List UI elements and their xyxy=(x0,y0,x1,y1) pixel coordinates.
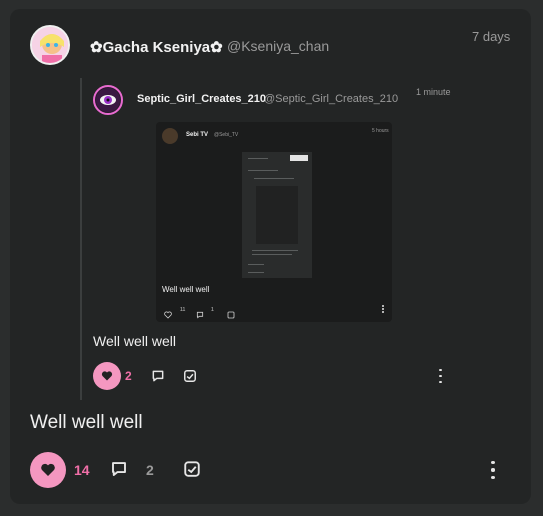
more-button[interactable] xyxy=(489,459,497,481)
like-button[interactable] xyxy=(30,452,66,488)
inner-author-avatar xyxy=(162,128,178,144)
quoted-post-text: Well well well xyxy=(93,333,176,349)
inner-author-name: Sebi TV xyxy=(186,132,209,138)
comment-button[interactable] xyxy=(109,459,129,479)
comment-icon xyxy=(152,370,164,382)
inner-screenshot xyxy=(242,152,312,278)
quoted-comment-button[interactable] xyxy=(150,368,166,384)
comment-count: 2 xyxy=(146,462,154,478)
quoted-avatar-image xyxy=(96,88,120,112)
quoted-repost-button[interactable] xyxy=(182,368,198,384)
quoted-author-handle[interactable]: @Septic_Girl_Creates_210 xyxy=(264,93,398,105)
heart-icon xyxy=(41,463,55,476)
quoted-time[interactable]: 1 minute xyxy=(416,87,451,97)
quoted-author-name[interactable]: Septic_Girl_Creates_210 xyxy=(137,93,266,105)
heart-icon xyxy=(101,371,113,381)
comment-icon xyxy=(112,462,126,476)
author-handle[interactable]: @Kseniya_chan xyxy=(227,38,329,54)
inner-like-count: 11 xyxy=(180,307,186,313)
inner-more-icon xyxy=(382,304,384,314)
like-count: 14 xyxy=(74,462,90,478)
author-avatar[interactable] xyxy=(30,25,70,65)
quoted-post[interactable] xyxy=(80,78,82,400)
inner-time: 5 hours xyxy=(372,128,389,134)
inner-post[interactable]: Sebi TV @Sebi_TV 5 hours Well well well … xyxy=(156,122,392,322)
author-name[interactable]: ✿Gacha Kseniya✿ xyxy=(90,38,223,56)
repost-button[interactable] xyxy=(182,459,202,479)
quoted-author-avatar[interactable] xyxy=(93,85,123,115)
repost-icon xyxy=(184,461,200,477)
inner-like-icon xyxy=(164,306,172,319)
post-time[interactable]: 7 days xyxy=(472,29,510,44)
quoted-like-count: 2 xyxy=(125,369,132,383)
inner-author-handle: @Sebi_TV xyxy=(214,132,239,138)
quoted-like-button[interactable] xyxy=(93,362,121,390)
inner-comment-icon xyxy=(196,306,204,319)
post-text: Well well well xyxy=(30,412,143,433)
inner-repost-icon xyxy=(227,306,235,319)
repost-icon xyxy=(184,370,196,382)
inner-post-text: Well well well xyxy=(162,285,210,294)
quoted-more-button[interactable] xyxy=(436,367,444,385)
inner-comment-count: 1 xyxy=(211,307,214,313)
